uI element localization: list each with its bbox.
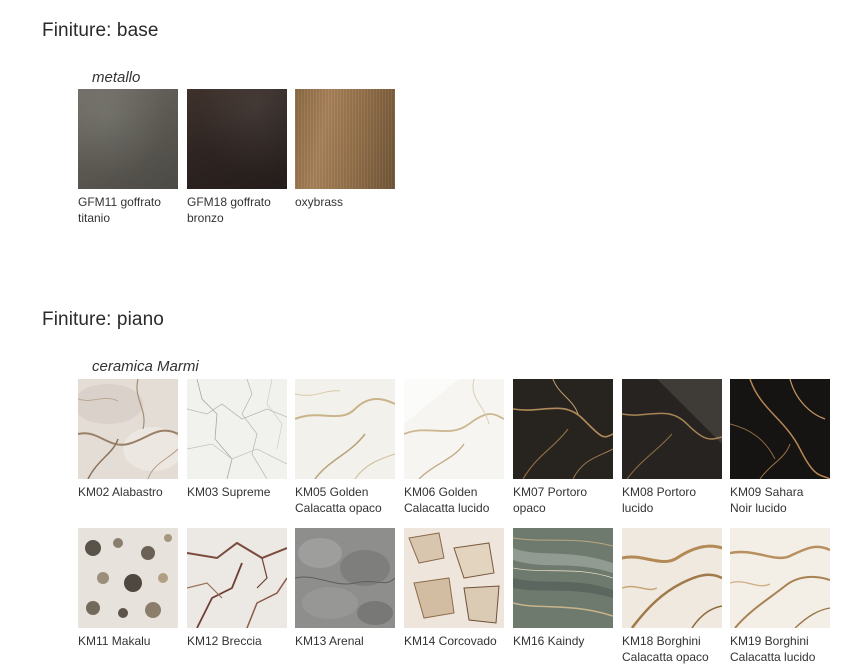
swatch-gfm11[interactable]: GFM11 goffrato titanio <box>78 89 178 226</box>
swatch-km19[interactable]: KM19 Borghini Calacatta lucido <box>730 528 830 665</box>
swatch-km16[interactable]: KM16 Kaindy <box>513 528 613 649</box>
swatch-label: KM03 Supreme <box>187 485 271 499</box>
corcovado-swatch-image[interactable] <box>404 528 504 628</box>
swatch-oxybrass[interactable]: oxybrass <box>295 89 395 210</box>
portoro-lucido-swatch-image[interactable] <box>622 379 722 479</box>
swatch-label: KM11 Makalu <box>78 634 151 648</box>
swatch-label: oxybrass <box>295 195 344 209</box>
swatch-label: KM09 Sahara Noir lucido <box>730 485 804 515</box>
supreme-swatch-image[interactable] <box>187 379 287 479</box>
swatch-km02[interactable]: KM02 Alabastro <box>78 379 178 500</box>
swatch-km07[interactable]: KM07 Portoro opaco <box>513 379 613 516</box>
swatch-label: KM12 Breccia <box>187 634 262 648</box>
swatch-km14[interactable]: KM14 Corcovado <box>404 528 504 649</box>
swatch-km12[interactable]: KM12 Breccia <box>187 528 287 649</box>
swatch-label: GFM11 goffrato titanio <box>78 195 161 225</box>
oxybrass-swatch-image[interactable] <box>295 89 395 189</box>
borghini-calacatta-lucido-swatch-image[interactable] <box>730 528 830 628</box>
alabastro-swatch-image[interactable] <box>78 379 178 479</box>
swatch-km13[interactable]: KM13 Arenal <box>295 528 395 649</box>
swatch-label: KM02 Alabastro <box>78 485 163 499</box>
titanio-swatch-image[interactable] <box>78 89 178 189</box>
swatch-label: KM16 Kaindy <box>513 634 585 648</box>
bronzo-swatch-image[interactable] <box>187 89 287 189</box>
swatch-km08[interactable]: KM08 Portoro lucido <box>622 379 722 516</box>
swatch-km06[interactable]: KM06 Golden Calacatta lucido <box>404 379 504 516</box>
swatch-gfm18[interactable]: GFM18 goffrato bronzo <box>187 89 287 226</box>
swatch-label: KM08 Portoro lucido <box>622 485 697 515</box>
swatch-label: KM13 Arenal <box>295 634 364 648</box>
breccia-swatch-image[interactable] <box>187 528 287 628</box>
swatch-label: KM19 Borghini Calacatta lucido <box>730 634 816 664</box>
swatch-label: KM18 Borghini Calacatta opaco <box>622 634 709 664</box>
kaindy-swatch-image[interactable] <box>513 528 613 628</box>
golden-calacatta-lucido-swatch-image[interactable] <box>404 379 504 479</box>
group-subtitle-metallo: metallo <box>92 69 141 86</box>
portoro-opaco-swatch-image[interactable] <box>513 379 613 479</box>
makalu-swatch-image[interactable] <box>78 528 178 628</box>
swatch-km09[interactable]: KM09 Sahara Noir lucido <box>730 379 830 516</box>
section-title-base: Finiture: base <box>42 20 159 41</box>
group-subtitle-ceramica-marmi: ceramica Marmi <box>92 358 199 375</box>
borghini-calacatta-opaco-swatch-image[interactable] <box>622 528 722 628</box>
swatch-label: KM06 Golden Calacatta lucido <box>404 485 490 515</box>
swatch-km11[interactable]: KM11 Makalu <box>78 528 178 649</box>
swatch-label: KM07 Portoro opaco <box>513 485 588 515</box>
swatch-km05[interactable]: KM05 Golden Calacatta opaco <box>295 379 395 516</box>
swatch-km18[interactable]: KM18 Borghini Calacatta opaco <box>622 528 722 665</box>
arenal-swatch-image[interactable] <box>295 528 395 628</box>
swatch-km03[interactable]: KM03 Supreme <box>187 379 287 500</box>
swatch-label: KM14 Corcovado <box>404 634 497 648</box>
swatch-label: GFM18 goffrato bronzo <box>187 195 271 225</box>
section-title-piano: Finiture: piano <box>42 309 164 330</box>
swatch-label: KM05 Golden Calacatta opaco <box>295 485 382 515</box>
golden-calacatta-opaco-swatch-image[interactable] <box>295 379 395 479</box>
sahara-noir-swatch-image[interactable] <box>730 379 830 479</box>
